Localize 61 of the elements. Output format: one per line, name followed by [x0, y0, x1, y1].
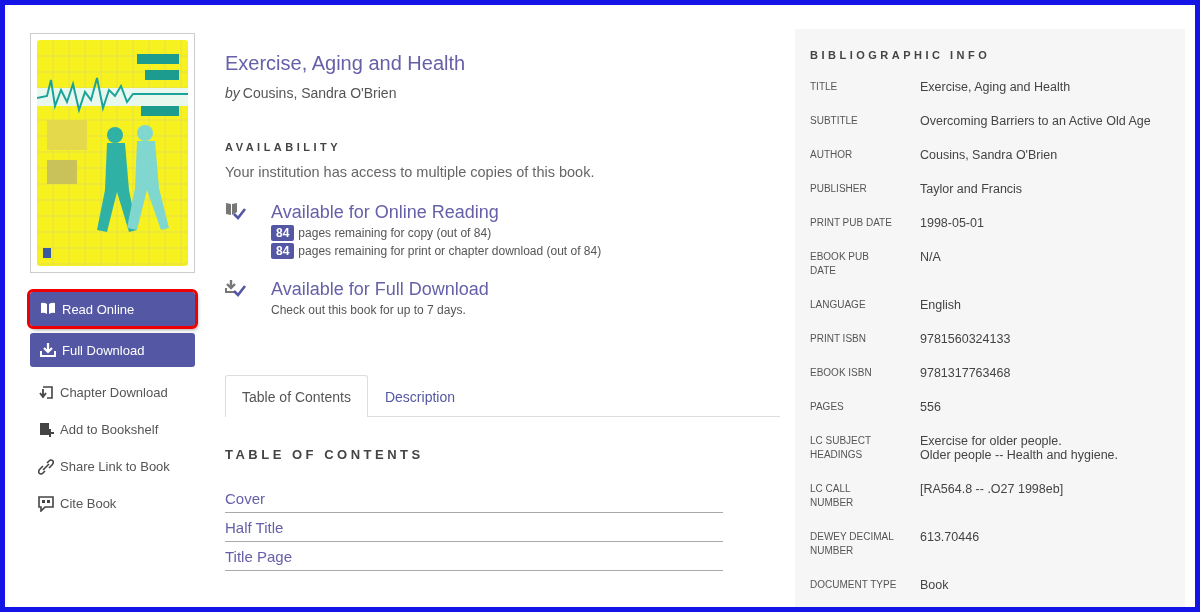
availability-title: Available for Full Download: [271, 279, 489, 300]
field-value: 9781317763468: [920, 366, 1011, 380]
chapter-download-icon: [38, 384, 54, 401]
action-button[interactable]: Read Online: [30, 292, 195, 326]
author-line: by Cousins, Sandra O'Brien: [225, 85, 398, 101]
field-value: Exercise, Aging and Health: [920, 80, 1071, 94]
book-check-icon: [225, 202, 247, 220]
tab[interactable]: Table of Contents: [225, 375, 368, 417]
field-label: LC SUBJECT HEADINGS: [810, 434, 873, 462]
field-label: PRINT PUB DATE: [810, 216, 893, 230]
field-label: LANGUAGE: [810, 298, 867, 312]
field-label: LC CALL NUMBER: [810, 482, 855, 510]
link-icon: [38, 458, 54, 475]
download-check-icon: [225, 279, 247, 297]
field-value: Exercise for older people.: [920, 434, 1063, 448]
add-book-icon: [38, 421, 54, 438]
toc-link[interactable]: Title Page: [225, 542, 723, 571]
field-value: 1998-05-01: [920, 216, 984, 230]
action-button[interactable]: Full Download: [30, 333, 195, 367]
section-heading: AVAILABILITY: [225, 141, 343, 153]
field-label: EBOOK PUB DATE: [810, 250, 870, 278]
field-value: Cousins, Sandra O'Brien: [920, 148, 1058, 162]
field-label: PAGES: [810, 400, 845, 414]
field-label: DOCUMENT TYPE: [810, 578, 898, 592]
field-value: Book: [920, 578, 949, 592]
section-heading: TABLE OF CONTENTS: [225, 447, 425, 462]
book-icon: [40, 301, 56, 317]
availability-title: Available for Online Reading: [271, 202, 500, 223]
field-value: Taylor and Francis: [920, 182, 1023, 196]
count-badge: 84: [271, 243, 295, 259]
field-label: AUTHOR: [810, 148, 854, 162]
action-link[interactable]: Add to Bookshelf: [30, 411, 195, 448]
toc-link[interactable]: Half Title: [225, 513, 723, 542]
checkout-note: Check out this book for up to 7 days.: [271, 303, 467, 317]
comment-icon: [38, 495, 54, 512]
field-label: TITLE: [810, 80, 839, 94]
field-value: 556: [920, 400, 941, 414]
field-value: Older people -- Health and hygiene.: [920, 448, 1119, 462]
pages-remaining-text: pages remaining for copy (out of 84): [298, 226, 492, 240]
field-value: 613.70446: [920, 530, 980, 544]
count-badge: 84: [271, 225, 295, 241]
field-label: SUBTITLE: [810, 114, 859, 128]
toc-link[interactable]: Cover: [225, 484, 723, 513]
action-link[interactable]: Cite Book: [30, 485, 195, 522]
field-value: Overcoming Barriers to an Active Old Age: [920, 114, 1151, 128]
action-link[interactable]: Share Link to Book: [30, 448, 195, 485]
field-value: [RA564.8 -- .O27 1998eb]: [920, 482, 1064, 496]
download-icon: [40, 342, 56, 358]
field-label: PUBLISHER: [810, 182, 868, 196]
field-value: N/A: [920, 250, 941, 264]
tab[interactable]: Description: [367, 376, 472, 417]
field-value: 9781560324133: [920, 332, 1011, 346]
field-label: PRINT ISBN: [810, 332, 867, 346]
panel-heading: BIBLIOGRAPHIC INFO: [810, 49, 992, 61]
action-link[interactable]: Chapter Download: [30, 374, 195, 411]
pages-remaining-text: pages remaining for print or chapter download (out of 84): [298, 244, 602, 258]
field-value: English: [920, 298, 961, 312]
availability-note: Your institution has access to multiple copies of this book.: [225, 164, 596, 180]
field-label: DEWEY DECIMAL NUMBER: [810, 530, 895, 558]
field-label: EBOOK ISBN: [810, 366, 873, 380]
book-title: Exercise, Aging and Health: [225, 52, 467, 75]
